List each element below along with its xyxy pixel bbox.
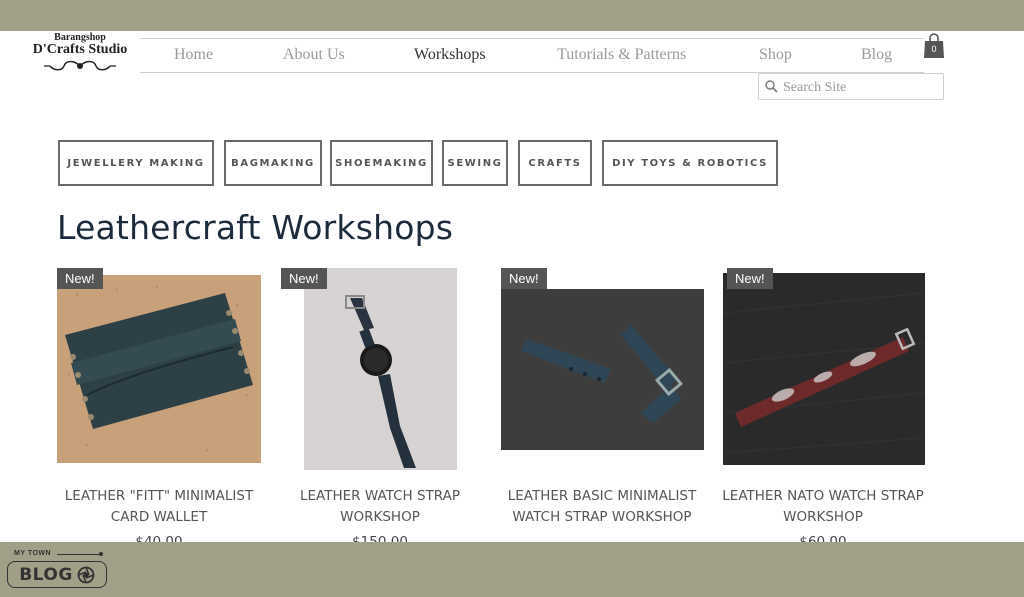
category-crafts[interactable]: CRAFTS bbox=[518, 140, 592, 186]
product-image-nato-strap[interactable] bbox=[723, 273, 925, 465]
product-name-watch-strap[interactable]: LEATHER WATCH STRAP WORKSHOP bbox=[270, 486, 490, 528]
bottom-band bbox=[0, 542, 1024, 597]
blog-tag-text: MY TOWN bbox=[14, 550, 52, 557]
basic-watch-strap-photo bbox=[501, 289, 704, 450]
cart-button[interactable]: 0 bbox=[923, 33, 947, 61]
blog-label: BLOG bbox=[19, 564, 73, 585]
top-band bbox=[0, 0, 1024, 31]
flourish-ornament-icon bbox=[44, 60, 116, 71]
category-bagmaking[interactable]: BAGMAKING bbox=[224, 140, 322, 186]
magnifier-icon bbox=[765, 80, 778, 93]
category-jewellery-making[interactable]: JEWELLERY MAKING bbox=[58, 140, 214, 186]
new-badge: New! bbox=[727, 268, 773, 289]
my-town-blog-button[interactable]: BLOG bbox=[7, 561, 107, 588]
blog-tag-line bbox=[57, 554, 101, 555]
nav-shop[interactable]: Shop bbox=[759, 44, 792, 66]
watch-strap-photo bbox=[304, 268, 457, 470]
new-badge: New! bbox=[501, 268, 547, 289]
nav-about-us[interactable]: About Us bbox=[283, 44, 345, 66]
product-image-basic-watch-strap[interactable] bbox=[501, 289, 704, 450]
nav-blog[interactable]: Blog bbox=[861, 44, 892, 66]
product-name-card-wallet[interactable]: LEATHER "FITT" MINIMALIST CARD WALLET bbox=[49, 486, 269, 528]
nav-workshops[interactable]: Workshops bbox=[414, 44, 486, 66]
product-image-watch-strap[interactable] bbox=[304, 268, 457, 470]
new-badge: New! bbox=[57, 268, 103, 289]
product-image-card-wallet[interactable] bbox=[57, 275, 261, 463]
logo-main-text: D'Crafts Studio bbox=[32, 42, 128, 57]
search-box[interactable] bbox=[758, 73, 944, 100]
category-shoemaking[interactable]: SHOEMAKING bbox=[330, 140, 433, 186]
card-wallet-photo bbox=[57, 275, 261, 463]
cart-count: 0 bbox=[931, 44, 937, 54]
nato-strap-photo bbox=[723, 273, 925, 465]
nav-home[interactable]: Home bbox=[174, 44, 213, 66]
page-title: Leathercraft Workshops bbox=[57, 208, 454, 247]
product-name-nato-strap[interactable]: LEATHER NATO WATCH STRAP WORKSHOP bbox=[713, 486, 933, 528]
search-input[interactable] bbox=[781, 77, 943, 98]
aperture-icon bbox=[77, 566, 95, 583]
product-name-basic-watch-strap[interactable]: LEATHER BASIC MINIMALIST WATCH STRAP WOR… bbox=[492, 486, 712, 528]
nav-tutorials-patterns[interactable]: Tutorials & Patterns bbox=[557, 44, 686, 66]
category-diy-toys-robotics[interactable]: DIY TOYS & ROBOTICS bbox=[602, 140, 778, 186]
nav-divider-top bbox=[140, 38, 924, 39]
blog-tag-dot bbox=[99, 552, 103, 556]
new-badge: New! bbox=[281, 268, 327, 289]
site-logo[interactable]: Barangshop D'Crafts Studio bbox=[28, 32, 132, 76]
category-sewing[interactable]: SEWING bbox=[442, 140, 508, 186]
